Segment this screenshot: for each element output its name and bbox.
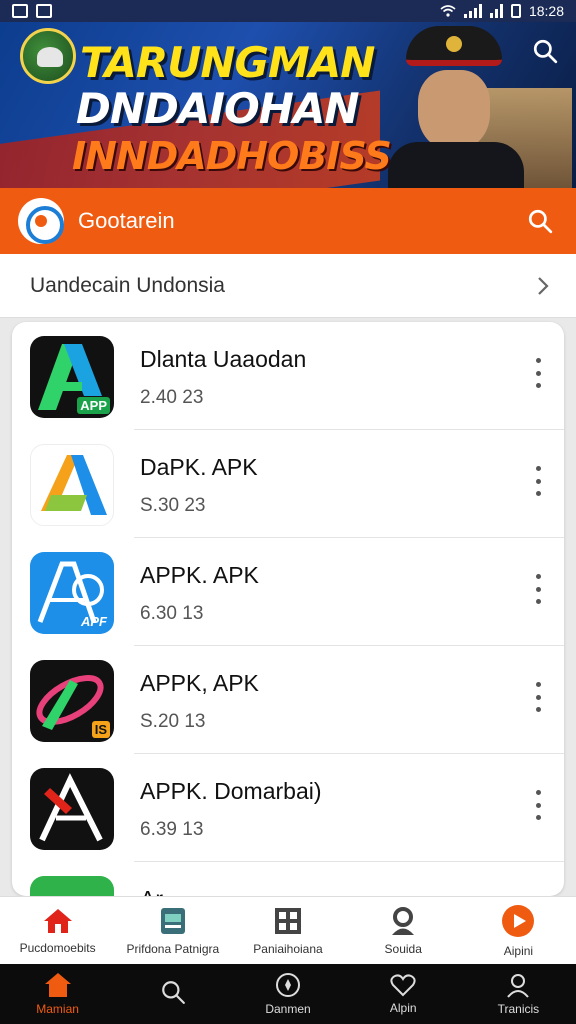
- wifi-icon: [440, 5, 456, 17]
- more-options-icon[interactable]: [532, 574, 544, 604]
- banner-headline-2: DNDAIOHAN: [76, 84, 360, 133]
- app-title: Ar...: [140, 886, 181, 896]
- green-app-icon: [30, 876, 114, 896]
- tab-person-category[interactable]: Souida: [346, 897, 461, 964]
- app-list: APP Dlanta Uaaodan 2.40 23 DaPK. APK S.3…: [12, 322, 564, 896]
- tab-grid-category[interactable]: Paniaihoiana: [230, 897, 345, 964]
- nav-favorites[interactable]: Alpin: [346, 964, 461, 1024]
- app-title: APPK. Domarbai): [140, 778, 322, 804]
- app-title: Dlanta Uaaodan: [140, 346, 307, 372]
- nav-search[interactable]: [115, 964, 230, 1024]
- app-title: DaPK. APK: [140, 454, 258, 480]
- status-bar: 18:28: [0, 0, 576, 22]
- ring-orange-icon: IS: [30, 660, 114, 742]
- list-item[interactable]: Ar...: [12, 862, 564, 896]
- card-icon: [160, 907, 185, 934]
- category-tab-bar: Pucdomoebits Prifdona Patnigra Paniaihoi…: [0, 896, 576, 964]
- app-meta: 6.30 13: [140, 603, 204, 624]
- bottom-navigation: Mamian Danmen Alpin Tranicis: [0, 964, 576, 1024]
- banner-search-icon[interactable]: [532, 38, 558, 69]
- more-options-icon[interactable]: [532, 466, 544, 496]
- app-toolbar: Gootarein: [0, 188, 576, 254]
- home-icon: [44, 973, 71, 997]
- more-options-icon[interactable]: [532, 682, 544, 712]
- apf-blue-icon: APF: [30, 552, 114, 634]
- app-meta: S.20 13: [140, 711, 206, 732]
- category-selector[interactable]: Uandecain Undonsia: [0, 254, 576, 318]
- more-options-icon[interactable]: [532, 358, 544, 388]
- emblem-logo: [20, 28, 76, 84]
- signal-2-icon: [489, 4, 503, 18]
- search-icon[interactable]: [522, 203, 558, 239]
- toolbar-title: Gootarein: [78, 208, 175, 233]
- banner-headline-1: TARUNGMAN: [80, 38, 375, 87]
- play-icon: [502, 904, 535, 937]
- app-a-icon: APP: [30, 336, 114, 418]
- nav-profile[interactable]: Tranicis: [461, 964, 576, 1024]
- battery-icon: [510, 4, 521, 18]
- list-item[interactable]: DaPK. APK S.30 23: [12, 430, 564, 538]
- compass-icon: [276, 973, 300, 997]
- red-a-icon: [30, 768, 114, 850]
- house-icon: [43, 908, 72, 933]
- list-item[interactable]: APPK. Domarbai) 6.39 13: [12, 754, 564, 862]
- list-item[interactable]: IS APPK, APK S.20 13: [12, 646, 564, 754]
- search-icon: [161, 981, 185, 1004]
- status-time: 18:28: [528, 3, 564, 19]
- app-title: APPK. APK: [140, 562, 259, 588]
- app-logo-icon[interactable]: [18, 198, 64, 244]
- category-label: Uandecain Undonsia: [30, 273, 225, 297]
- signal-icon: [463, 4, 482, 18]
- nav-home[interactable]: Mamian: [0, 964, 115, 1024]
- nav-discover[interactable]: Danmen: [230, 964, 345, 1024]
- list-item[interactable]: APP Dlanta Uaaodan 2.40 23: [12, 322, 564, 430]
- app-title: APPK, APK: [140, 670, 259, 696]
- tab-card-category[interactable]: Prifdona Patnigra: [115, 897, 230, 964]
- app-meta: 6.39 13: [140, 819, 204, 840]
- profile-icon: [507, 974, 530, 998]
- banner-officer-image: [388, 26, 524, 188]
- grid-icon: [275, 907, 301, 934]
- app-meta: 2.40 23: [140, 387, 204, 408]
- more-options-icon[interactable]: [532, 790, 544, 820]
- banner-headline-3: INNDADHOBISS: [72, 134, 392, 178]
- heart-icon: [390, 974, 416, 997]
- list-item[interactable]: APF APPK. APK 6.30 13: [12, 538, 564, 646]
- apk-a-orange-icon: [30, 444, 114, 526]
- person-icon: [392, 906, 415, 935]
- tab-home-category[interactable]: Pucdomoebits: [0, 897, 115, 964]
- gallery-icon: [36, 4, 52, 18]
- chevron-right-icon: [538, 276, 549, 295]
- notification-icon: [12, 4, 28, 18]
- tab-play-category[interactable]: Aipini: [461, 897, 576, 964]
- app-meta: S.30 23: [140, 495, 206, 516]
- promo-banner[interactable]: TARUNGMAN DNDAIOHAN INNDADHOBISS: [0, 0, 576, 188]
